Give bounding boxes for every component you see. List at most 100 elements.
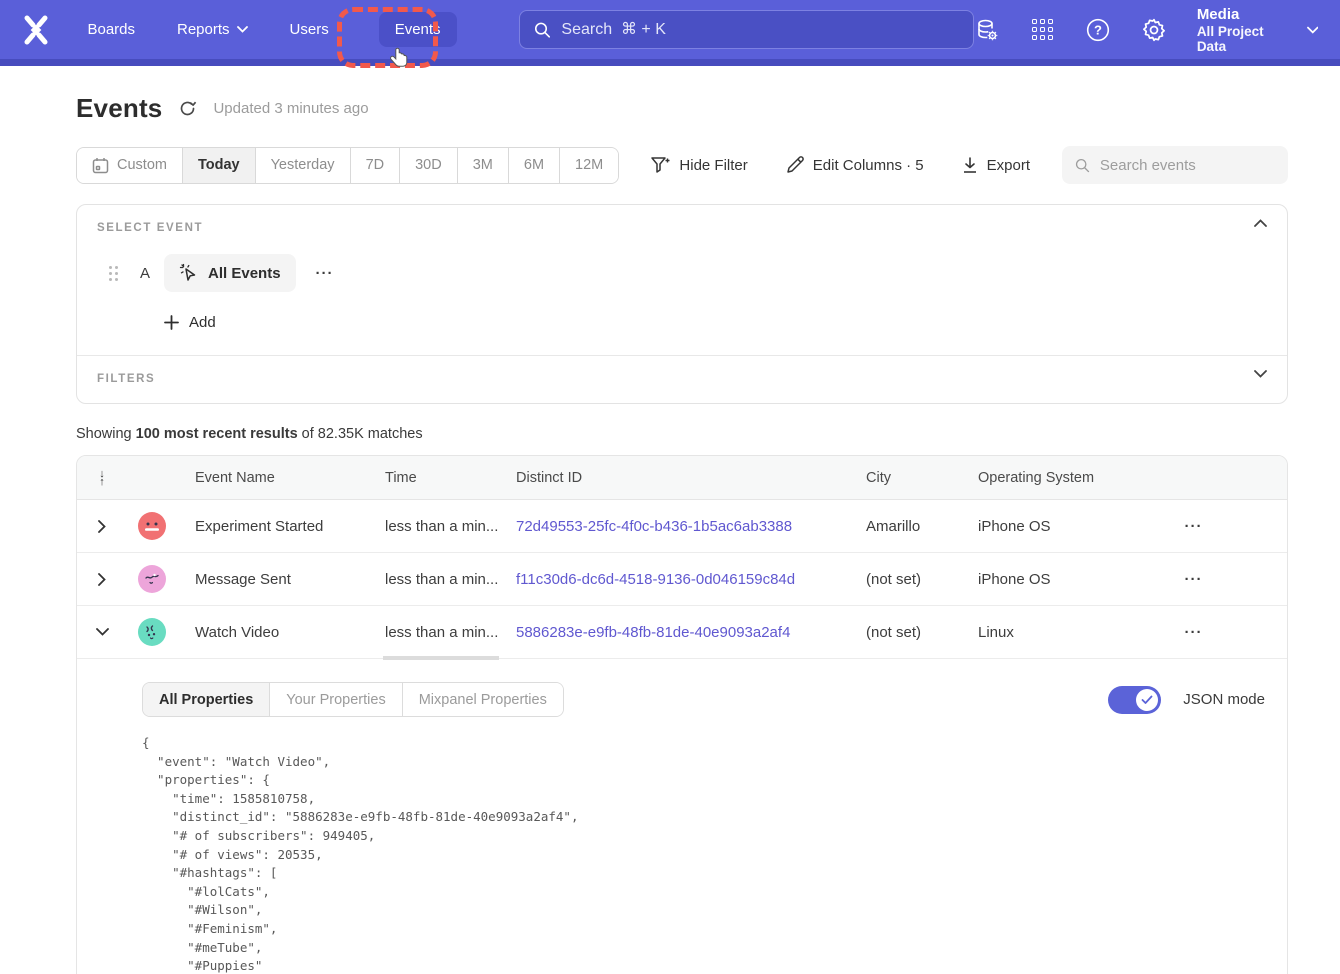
date-range-12m[interactable]: 12M xyxy=(560,148,618,183)
tab-mixpanel-properties[interactable]: Mixpanel Properties xyxy=(403,683,563,716)
column-header-time[interactable]: Time xyxy=(367,470,498,486)
settings-gear-icon[interactable] xyxy=(1141,17,1167,43)
page-title: Events xyxy=(76,93,162,124)
hide-filter-button[interactable]: Hide Filter xyxy=(650,156,747,174)
chevron-down-icon xyxy=(1307,26,1319,34)
cell-distinct-id-link[interactable]: 72d49553-25fc-4f0c-b436-1b5ac6ab3388 xyxy=(498,518,848,535)
events-page: Events Updated 3 minutes ago Custom Toda… xyxy=(76,93,1288,974)
event-avatar xyxy=(138,618,166,646)
cell-distinct-id-link[interactable]: 5886283e-e9fb-48fb-81de-40e9093a2af4 xyxy=(498,624,848,641)
cell-city: Amarillo xyxy=(848,518,960,535)
hand-cursor-icon xyxy=(389,46,411,70)
toggle-knob xyxy=(1136,689,1158,711)
properties-tabs: All Properties Your Properties Mixpanel … xyxy=(142,682,564,717)
calendar-icon xyxy=(92,157,109,174)
search-events-box[interactable] xyxy=(1062,146,1288,184)
drag-handle-icon[interactable] xyxy=(109,266,118,281)
cell-distinct-id-link[interactable]: f11c30d6-dc6d-4518-9136-0d046159c84d xyxy=(498,571,848,588)
date-range-7d[interactable]: 7D xyxy=(351,148,401,183)
row-actions-ellipsis-icon[interactable]: ··· xyxy=(1179,567,1209,592)
cell-event-name: Watch Video xyxy=(177,624,367,641)
column-header-os[interactable]: Operating System xyxy=(960,470,1100,486)
column-header-city[interactable]: City xyxy=(848,470,960,486)
apps-grid-icon[interactable] xyxy=(1030,17,1055,43)
date-range-custom-label: Custom xyxy=(117,157,167,173)
project-scope: All Project Data xyxy=(1197,24,1293,54)
row-actions-ellipsis-icon[interactable]: ··· xyxy=(1179,514,1209,539)
svg-text:?: ? xyxy=(1094,22,1102,37)
table-row: Message Sent less than a min... f11c30d6… xyxy=(77,553,1287,606)
data-management-icon[interactable] xyxy=(974,17,1000,43)
event-json-viewer[interactable]: { "event": "Watch Video", "properties": … xyxy=(142,734,1287,974)
nav-item-reports-label: Reports xyxy=(177,21,230,38)
date-range-picker: Custom Today Yesterday 7D 30D 3M 6M 12M xyxy=(76,147,619,184)
cell-time: less than a min... xyxy=(367,624,498,641)
table-row-expanded: Watch Video less than a min... 5886283e-… xyxy=(77,606,1287,659)
refresh-icon[interactable] xyxy=(178,99,197,118)
nav-item-events[interactable]: Events xyxy=(379,12,457,47)
cell-os: Linux xyxy=(960,624,1100,641)
event-selector-all-events[interactable]: All Events xyxy=(164,254,296,292)
row-actions-ellipsis-icon[interactable]: ··· xyxy=(1179,620,1209,645)
tab-all-properties[interactable]: All Properties xyxy=(143,683,270,716)
search-icon xyxy=(1075,157,1090,174)
cell-time: less than a min... xyxy=(367,571,498,588)
cell-city: (not set) xyxy=(848,624,960,641)
cell-time: less than a min... xyxy=(367,518,498,535)
date-range-30d[interactable]: 30D xyxy=(400,148,458,183)
help-icon[interactable]: ? xyxy=(1085,17,1111,43)
event-options-ellipsis-icon[interactable]: ··· xyxy=(310,261,340,286)
sort-order-icon[interactable]: ↓ ↑ xyxy=(77,470,127,486)
check-icon xyxy=(1141,695,1153,705)
date-range-6m[interactable]: 6M xyxy=(509,148,560,183)
expand-row-chevron-right-icon[interactable] xyxy=(77,520,127,533)
collapse-row-chevron-down-icon[interactable] xyxy=(77,628,127,636)
cell-event-name: Experiment Started xyxy=(177,518,367,535)
global-search[interactable] xyxy=(519,10,974,49)
top-navbar: Boards Reports Users Events ? xyxy=(0,0,1340,66)
download-icon xyxy=(962,157,978,174)
filters-section: FILTERS xyxy=(77,356,1287,403)
expand-filters-chevron-down-icon[interactable] xyxy=(1254,370,1267,378)
expand-row-chevron-right-icon[interactable] xyxy=(77,573,127,586)
results-summary-count: 100 most recent results xyxy=(136,426,298,442)
column-header-event-name[interactable]: Event Name xyxy=(177,470,367,486)
edit-columns-button[interactable]: Edit Columns · 5 xyxy=(786,156,924,174)
column-header-distinct-id[interactable]: Distinct ID xyxy=(498,470,848,486)
cell-os: iPhone OS xyxy=(960,571,1100,588)
json-mode-label: JSON mode xyxy=(1183,691,1265,708)
table-header-row: ↓ ↑ Event Name Time Distinct ID City Ope… xyxy=(77,456,1287,500)
event-chip-label: All Events xyxy=(208,265,281,282)
mixpanel-logo[interactable] xyxy=(20,13,53,47)
event-detail-panel: All Properties Your Properties Mixpanel … xyxy=(77,659,1287,974)
export-label: Export xyxy=(987,157,1030,174)
event-letter-label: A xyxy=(140,265,150,282)
date-range-yesterday[interactable]: Yesterday xyxy=(256,148,351,183)
date-range-today[interactable]: Today xyxy=(183,148,256,183)
tab-your-properties[interactable]: Your Properties xyxy=(270,683,402,716)
results-summary: Showing 100 most recent results of 82.35… xyxy=(76,426,1288,442)
event-avatar xyxy=(138,565,166,593)
edit-columns-label: Edit Columns · 5 xyxy=(813,157,924,174)
cell-os: iPhone OS xyxy=(960,518,1100,535)
filter-funnel-icon xyxy=(650,156,670,174)
event-avatar xyxy=(138,512,166,540)
export-button[interactable]: Export xyxy=(962,157,1030,174)
cell-city: (not set) xyxy=(848,571,960,588)
json-mode-toggle[interactable] xyxy=(1108,686,1161,714)
add-event-button[interactable]: Add xyxy=(164,314,216,331)
last-updated-text: Updated 3 minutes ago xyxy=(213,100,368,117)
date-range-3m[interactable]: 3M xyxy=(458,148,509,183)
results-summary-suffix: of 82.35K matches xyxy=(298,426,423,442)
filters-label: FILTERS xyxy=(97,373,1266,385)
nav-item-boards[interactable]: Boards xyxy=(87,21,135,38)
search-events-input[interactable] xyxy=(1100,157,1275,174)
pencil-icon xyxy=(786,156,804,174)
date-range-custom[interactable]: Custom xyxy=(77,148,183,183)
collapse-section-chevron-up-icon[interactable] xyxy=(1254,219,1267,227)
nav-item-reports[interactable]: Reports xyxy=(177,21,248,38)
project-switcher[interactable]: Media All Project Data xyxy=(1197,5,1318,55)
nav-item-users[interactable]: Users xyxy=(290,21,329,38)
global-search-input[interactable] xyxy=(561,21,958,39)
events-table: ↓ ↑ Event Name Time Distinct ID City Ope… xyxy=(76,455,1288,974)
